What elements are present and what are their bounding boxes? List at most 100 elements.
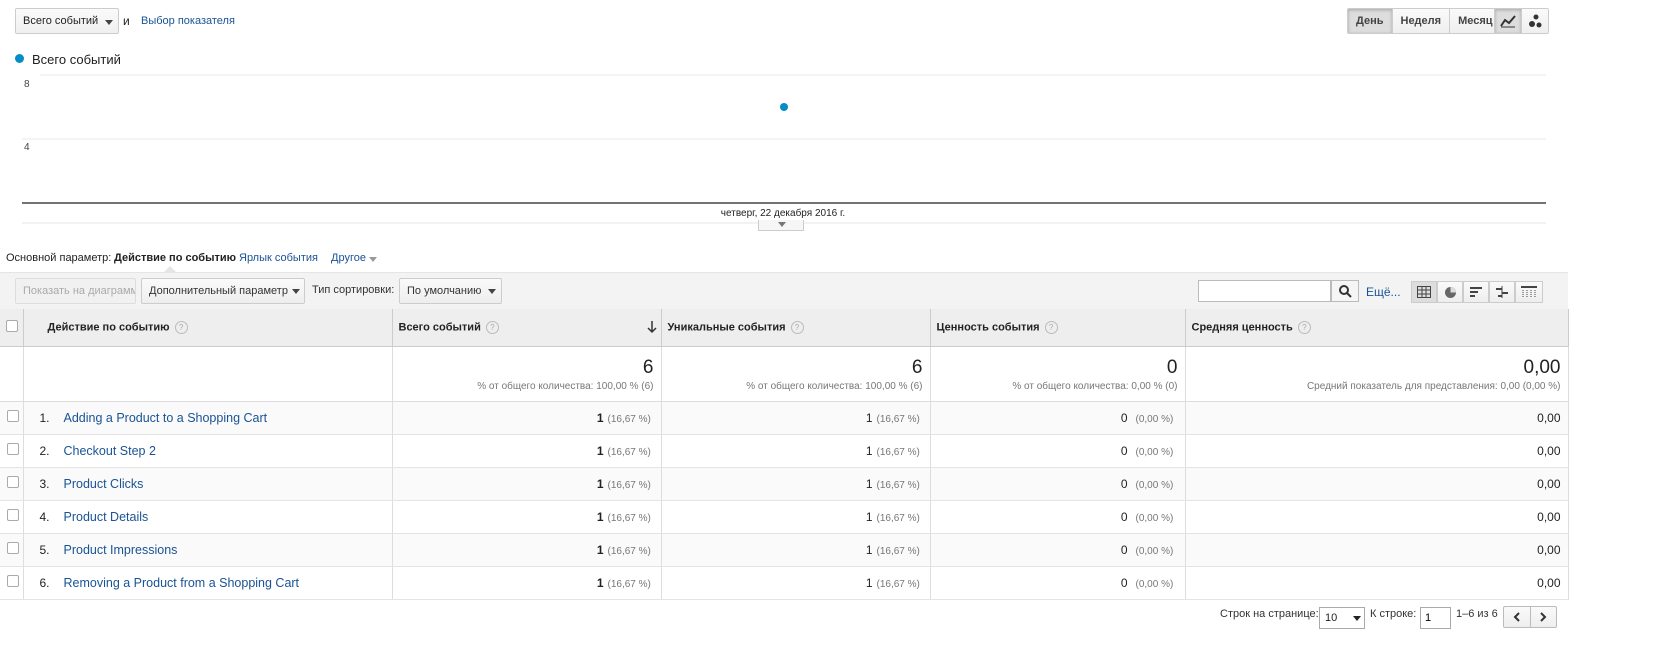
row-dimension-cell: 3. Product Clicks (23, 467, 393, 501)
table-search-input[interactable] (1198, 280, 1331, 302)
sort-type-select[interactable]: По умолчанию (399, 278, 502, 304)
view-comparison-button[interactable] (1489, 281, 1515, 303)
help-icon[interactable]: ? (174, 320, 188, 334)
period-month-button[interactable]: Месяц (1450, 9, 1501, 33)
select-all-checkbox[interactable] (6, 319, 18, 332)
cell-value: 1 (865, 575, 873, 590)
cell-value: 1 (596, 476, 604, 491)
rows-per-page-select[interactable]: 10 (1319, 607, 1365, 629)
sort-type-label: Тип сортировки: (312, 284, 395, 296)
row-checkbox[interactable] (7, 443, 19, 455)
search-button[interactable] (1331, 280, 1359, 302)
cell-value: 1 (865, 443, 873, 458)
row-index: 5. (39, 542, 50, 557)
row-dimension-cell: 2. Checkout Step 2 (23, 434, 393, 468)
dimension-other[interactable]: Другое (331, 252, 377, 264)
totals-subtext: Средний показатель для представления: 0,… (1306, 380, 1561, 392)
bubble-chart-icon (1529, 14, 1542, 28)
prev-page-button[interactable] (1504, 607, 1531, 627)
row-event-value: 0 (0,00 %) (930, 500, 1186, 534)
row-unique-events: 1 (16,67 %) (661, 401, 931, 435)
help-icon[interactable]: ? (1297, 320, 1311, 334)
table-view-icon (1417, 286, 1431, 298)
column-header-avg-value[interactable]: Средняя ценность? (1185, 309, 1569, 347)
help-icon[interactable]: ? (790, 320, 804, 334)
view-data-table-button[interactable] (1411, 281, 1437, 303)
secondary-dimension-select[interactable]: Дополнительный параметр (141, 278, 305, 304)
cell-percent: (16,67 %) (876, 512, 920, 524)
period-day-button[interactable]: День (1348, 9, 1393, 33)
table-row: 6. Removing a Product from a Shopping Car… (0, 566, 1569, 600)
help-icon[interactable]: ? (1044, 320, 1058, 334)
data-point[interactable] (780, 103, 788, 111)
cell-percent: (0,00 %) (1135, 446, 1174, 458)
row-event-value: 0 (0,00 %) (930, 533, 1186, 567)
metric-select[interactable]: Всего событий (15, 8, 119, 34)
row-checkbox[interactable] (7, 575, 19, 587)
y-tick-4: 4 (24, 142, 30, 153)
row-unique-events: 1 (16,67 %) (661, 566, 931, 600)
row-event-action-link[interactable]: Product Clicks (64, 477, 144, 491)
more-options-link[interactable]: Ещё... (1366, 285, 1401, 299)
totals-value: 0,00 (1523, 356, 1561, 378)
view-pivot-button[interactable] (1515, 281, 1543, 303)
cell-value: 0 (1120, 476, 1128, 491)
line-chart-button[interactable] (1495, 9, 1522, 33)
row-total-events: 1 (16,67 %) (392, 467, 662, 501)
chevron-down-icon (105, 20, 113, 25)
totals-unique-events: 6 % от общего количества: 100,00 % (6) (661, 346, 931, 402)
motion-chart-button[interactable] (1522, 9, 1548, 33)
row-event-action-link[interactable]: Product Impressions (64, 543, 178, 557)
plot-rows-button[interactable]: Показать на диаграмме (15, 278, 136, 304)
row-event-action-link[interactable]: Adding a Product to a Shopping Cart (64, 411, 268, 425)
cell-value: 1 (865, 410, 873, 425)
view-pie-button[interactable] (1437, 281, 1463, 303)
row-dimension-cell: 1. Adding a Product to a Shopping Cart (23, 401, 393, 435)
legend-marker (15, 54, 24, 63)
next-page-button[interactable] (1531, 607, 1557, 627)
row-select-cell (0, 500, 24, 534)
chevron-down-icon (488, 289, 496, 294)
view-performance-button[interactable] (1463, 281, 1489, 303)
row-total-events: 1 (16,67 %) (392, 500, 662, 534)
totals-subtext: % от общего количества: 100,00 % (6) (746, 380, 923, 392)
choose-metric-link[interactable]: Выбор показателя (141, 15, 235, 27)
column-header-event-action[interactable]: Действие по событию? (23, 309, 393, 347)
row-event-action-link[interactable]: Checkout Step 2 (64, 444, 156, 458)
row-checkbox[interactable] (7, 476, 19, 488)
totals-value: 6 (911, 356, 923, 378)
goto-row-label: К строке: (1370, 608, 1417, 620)
chart-collapse-handle[interactable] (758, 220, 804, 231)
row-unique-events: 1 (16,67 %) (661, 434, 931, 468)
dimension-event-action[interactable]: Действие по событию (114, 252, 236, 264)
column-header-total-events[interactable]: Всего событий? (392, 309, 662, 347)
goto-row-input[interactable] (1420, 607, 1451, 629)
row-checkbox[interactable] (7, 410, 19, 422)
pagination-buttons (1503, 606, 1557, 628)
row-select-cell (0, 467, 24, 501)
period-week-button[interactable]: Неделя (1392, 9, 1451, 33)
row-event-value: 0 (0,00 %) (930, 566, 1186, 600)
totals-subtext: % от общего количества: 0,00 % (0) (1012, 380, 1178, 392)
totals-value: 0 (1166, 356, 1178, 378)
cell-value: 0 (1120, 575, 1128, 590)
row-select-cell (0, 401, 24, 435)
row-select-cell (0, 566, 24, 600)
row-checkbox[interactable] (7, 542, 19, 554)
cell-value: 1 (596, 542, 604, 557)
totals-empty-cell (0, 346, 24, 402)
row-event-action-link[interactable]: Product Details (64, 510, 149, 524)
column-header-unique-events[interactable]: Уникальные события? (661, 309, 931, 347)
column-header-event-value[interactable]: Ценность события? (930, 309, 1186, 347)
row-index: 1. (39, 410, 50, 425)
row-total-events: 1 (16,67 %) (392, 533, 662, 567)
table-row: 1. Adding a Product to a Shopping Cart 1 (1… (0, 401, 1569, 435)
chevron-down-icon (292, 289, 300, 294)
row-checkbox[interactable] (7, 509, 19, 521)
cell-percent: (0,00 %) (1135, 578, 1174, 590)
help-icon[interactable]: ? (485, 320, 499, 334)
dimension-event-label[interactable]: Ярлык события (239, 252, 318, 264)
table-row: 3. Product Clicks 1 (16,67 %) 1 (16,67 %) 0 (0,… (0, 467, 1569, 501)
row-event-action-link[interactable]: Removing a Product from a Shopping Cart (64, 576, 300, 590)
row-avg-value: 0,00 (1185, 467, 1569, 501)
